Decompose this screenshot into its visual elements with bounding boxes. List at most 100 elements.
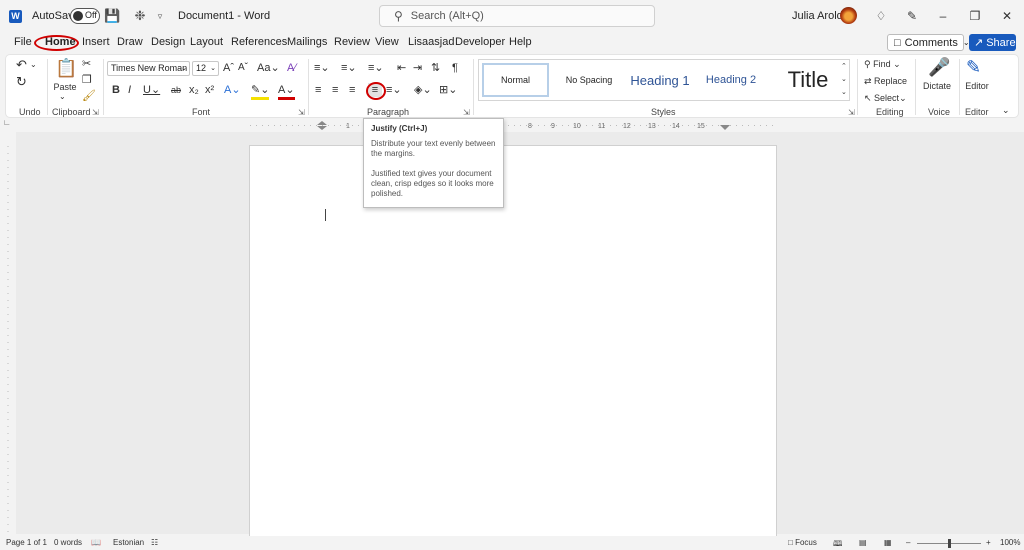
tab-layout[interactable]: Layout xyxy=(190,36,223,48)
collapse-ribbon-icon[interactable]: ⌄ xyxy=(1002,103,1010,117)
clipboard-launcher-icon[interactable]: ⇲ xyxy=(92,108,99,117)
align-left-icon[interactable]: ≡ xyxy=(315,83,321,97)
right-indent-marker-icon[interactable] xyxy=(720,125,730,130)
bold-icon[interactable]: B xyxy=(112,83,120,97)
show-formatting-icon[interactable]: ¶ xyxy=(452,61,458,75)
user-name[interactable]: Julia Arold xyxy=(792,10,843,22)
zoom-slider-thumb[interactable] xyxy=(948,539,951,548)
font-size-select[interactable]: 12 ⌄ xyxy=(192,61,219,76)
font-color-icon[interactable]: A⌄ xyxy=(278,83,295,100)
text-effects-icon[interactable]: A⌄ xyxy=(224,83,241,97)
qat-dropdown-icon[interactable]: ▿ xyxy=(152,8,168,24)
paragraph-launcher-icon[interactable]: ⇲ xyxy=(463,108,470,117)
web-layout-icon[interactable]: ▦ xyxy=(884,538,892,547)
styles-more-icon[interactable]: ⌄ xyxy=(841,86,847,100)
ruler-number: 12 xyxy=(623,123,631,130)
editor-pen-icon[interactable]: ✎ xyxy=(966,56,981,78)
restore-icon[interactable]: ❐ xyxy=(965,6,985,26)
print-layout-icon[interactable]: ▤ xyxy=(859,538,867,547)
clear-formatting-icon[interactable]: A∕ xyxy=(287,61,296,75)
bullets-icon[interactable]: ≡⌄ xyxy=(314,61,330,75)
sort-icon[interactable]: ⇅ xyxy=(431,61,440,75)
grow-font-icon[interactable]: Aˆ xyxy=(223,61,234,75)
copy-icon[interactable]: ❐ xyxy=(82,73,92,87)
shrink-font-icon[interactable]: Aˇ xyxy=(238,61,248,75)
tab-selector-icon[interactable]: ∟ xyxy=(3,118,11,130)
numbering-icon[interactable]: ≡⌄ xyxy=(341,61,357,75)
avatar[interactable] xyxy=(840,7,857,24)
increase-indent-icon[interactable]: ⇥ xyxy=(413,61,422,75)
multilevel-list-icon[interactable]: ≡⌄ xyxy=(368,61,384,75)
italic-icon[interactable]: I xyxy=(128,83,131,97)
tab-design[interactable]: Design xyxy=(151,36,185,48)
accessibility-icon[interactable]: ☷ xyxy=(151,538,158,547)
styles-scroll-up-icon[interactable]: ⌃ xyxy=(841,60,847,74)
customize-icon[interactable]: ❉ xyxy=(132,8,148,24)
tab-insert[interactable]: Insert xyxy=(82,36,110,48)
read-mode-icon[interactable]: 🕮 xyxy=(833,538,842,550)
tab-lisaasjad[interactable]: Lisaasjad xyxy=(408,36,454,48)
find-button[interactable]: ⚲ Find ⌄ xyxy=(864,57,914,71)
align-center-icon[interactable]: ≡ xyxy=(332,83,338,97)
diamond-icon[interactable]: ♢ xyxy=(871,6,891,26)
microphone-icon[interactable]: 🎤 xyxy=(928,56,950,78)
tab-view[interactable]: View xyxy=(375,36,399,48)
style-no-spacing[interactable]: No Spacing xyxy=(555,63,623,97)
font-launcher-icon[interactable]: ⇲ xyxy=(298,108,305,117)
style-heading-1[interactable]: Heading 1 xyxy=(625,63,695,97)
dictate-button[interactable]: Dictate xyxy=(918,79,956,93)
subscript-icon[interactable]: x₂ xyxy=(189,83,199,97)
superscript-icon[interactable]: x² xyxy=(205,83,214,97)
autosave-toggle[interactable]: Off xyxy=(70,8,100,24)
ruler-number: 14 xyxy=(672,123,680,130)
tab-mailings[interactable]: Mailings xyxy=(287,36,327,48)
styles-scroll-down-icon[interactable]: ⌄ xyxy=(841,73,847,87)
tab-file[interactable]: File xyxy=(14,36,32,48)
word-count[interactable]: 0 words xyxy=(54,538,82,547)
tab-help[interactable]: Help xyxy=(509,36,532,48)
zoom-out-icon[interactable]: – xyxy=(906,538,910,547)
tab-draw[interactable]: Draw xyxy=(117,36,143,48)
select-button[interactable]: ↖ Select⌄ xyxy=(864,91,914,105)
font-name-select[interactable]: Times New Roman ⌄ xyxy=(107,61,190,76)
page-count[interactable]: Page 1 of 1 xyxy=(6,538,47,547)
shading-icon[interactable]: ◈⌄ xyxy=(414,83,432,97)
paste-icon[interactable]: 📋 xyxy=(55,57,77,79)
paste-dropdown-icon[interactable]: ⌄ xyxy=(59,90,66,104)
share-button[interactable]: ↗ Share xyxy=(969,34,1016,51)
editor-button[interactable]: Editor xyxy=(961,79,993,93)
language[interactable]: Estonian xyxy=(113,538,144,547)
pen-icon[interactable]: ✎ xyxy=(902,6,922,26)
proofing-icon[interactable]: 📖 xyxy=(91,538,101,547)
style-heading-2[interactable]: Heading 2 xyxy=(697,63,765,97)
document-page[interactable] xyxy=(249,145,777,537)
cut-icon[interactable]: ✂ xyxy=(82,57,91,71)
style-normal[interactable]: Normal xyxy=(482,63,549,97)
zoom-level[interactable]: 100% xyxy=(1000,538,1020,547)
format-painter-icon[interactable]: 🖌 xyxy=(82,89,96,103)
tab-references[interactable]: References xyxy=(231,36,287,48)
search-input[interactable]: ⚲ Search (Alt+Q) xyxy=(379,5,655,27)
save-icon[interactable]: 💾 xyxy=(104,8,120,24)
replace-button[interactable]: ⇄ Replace xyxy=(864,74,914,88)
zoom-in-icon[interactable]: + xyxy=(986,538,991,547)
undo-icon[interactable]: ↶ xyxy=(16,58,27,72)
highlight-icon[interactable]: ✎⌄ xyxy=(251,83,270,100)
line-spacing-icon[interactable]: ≡⌄ xyxy=(386,83,402,97)
borders-icon[interactable]: ⊞⌄ xyxy=(439,83,457,97)
change-case-icon[interactable]: Aa⌄ xyxy=(257,61,280,75)
focus-button[interactable]: □ Focus xyxy=(788,538,817,547)
styles-launcher-icon[interactable]: ⇲ xyxy=(848,108,855,117)
style-title[interactable]: Title xyxy=(769,63,847,97)
underline-icon[interactable]: U⌄ xyxy=(143,83,160,97)
close-icon[interactable]: ✕ xyxy=(997,6,1017,26)
align-right-icon[interactable]: ≡ xyxy=(349,83,355,97)
tab-review[interactable]: Review xyxy=(334,36,370,48)
undo-dropdown-icon[interactable]: ⌄ xyxy=(30,58,37,72)
comments-button[interactable]: □ Comments ⌄ xyxy=(887,34,970,51)
strikethrough-icon[interactable]: ab xyxy=(171,83,181,97)
decrease-indent-icon[interactable]: ⇤ xyxy=(397,61,406,75)
tab-developer[interactable]: Developer xyxy=(455,36,505,48)
minimize-icon[interactable]: – xyxy=(933,6,953,26)
redo-icon[interactable]: ↻ xyxy=(16,75,27,89)
